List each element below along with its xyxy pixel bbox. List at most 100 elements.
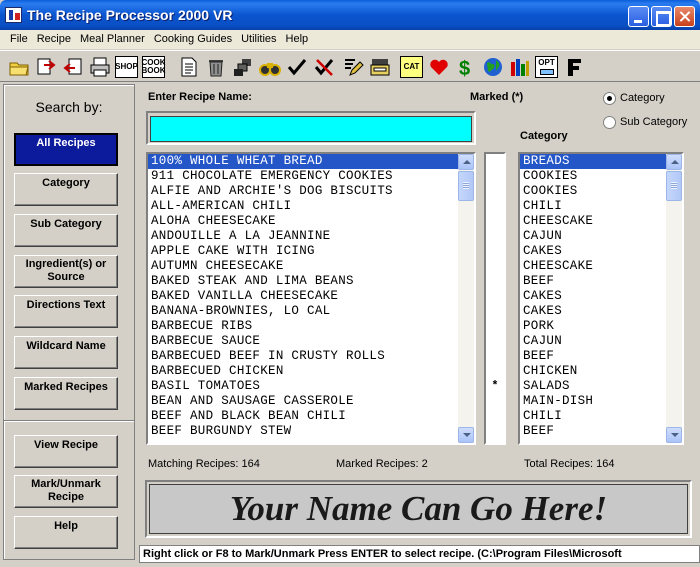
stack-icon[interactable]	[230, 54, 255, 79]
category-list[interactable]: BREADS COOKIES COOKIES CHILI CHEESCAKE CAJUN C…	[518, 152, 684, 445]
category-list-item[interactable]: CAJUN	[520, 229, 666, 244]
category-list-item[interactable]: CAKES	[520, 304, 666, 319]
open-folder-icon[interactable]	[6, 54, 31, 79]
marked-indicator[interactable]	[486, 199, 504, 214]
recipe-list-item[interactable]: BEAN AND SAUSAGE CASSEROLE	[148, 394, 458, 409]
recipe-list-item[interactable]: AUTUMN CHEESECAKE	[148, 259, 458, 274]
marked-indicator[interactable]	[486, 259, 504, 274]
view-recipe-button[interactable]: View Recipe	[14, 435, 118, 468]
marked-indicator[interactable]	[486, 349, 504, 364]
recipe-list-item[interactable]: BARBECUE RIBS	[148, 319, 458, 334]
category-list-item[interactable]: CHEESCAKE	[520, 259, 666, 274]
category-list-item[interactable]: BREADS	[520, 154, 666, 169]
cookbook-icon[interactable]: COOK BOOK	[141, 54, 166, 79]
recipe-list-item[interactable]: BARBECUE SAUCE	[148, 334, 458, 349]
print-icon[interactable]	[87, 54, 112, 79]
recipe-list-item[interactable]: BARBECUED BEEF IN CRUSTY ROLLS	[148, 349, 458, 364]
category-list-item[interactable]: CAJUN	[520, 334, 666, 349]
category-list-item[interactable]: SALADS	[520, 379, 666, 394]
recipe-name-input[interactable]	[150, 116, 472, 142]
category-list-item[interactable]: CAKES	[520, 244, 666, 259]
marked-indicator[interactable]	[486, 184, 504, 199]
mark-unmark-button[interactable]: Mark/Unmark Recipe	[14, 475, 118, 508]
help-button[interactable]: Help	[14, 516, 118, 549]
category-list-item[interactable]: MAIN-DISH	[520, 394, 666, 409]
heart-icon[interactable]	[426, 54, 451, 79]
minimize-button[interactable]	[628, 6, 649, 27]
cat-icon[interactable]: CAT	[399, 54, 424, 79]
recipe-list-item[interactable]: BARBECUED CHICKEN	[148, 364, 458, 379]
marked-recipes-button[interactable]: Marked Recipes	[14, 377, 118, 410]
category-list-item[interactable]: BEEF	[520, 349, 666, 364]
recipe-list[interactable]: 100% WHOLE WHEAT BREAD 911 CHOCOLATE EMER…	[146, 152, 476, 445]
ingredients-source-button[interactable]: Ingredient(s) or Source	[14, 255, 118, 288]
marked-indicator[interactable]	[486, 394, 504, 409]
marked-indicator[interactable]	[486, 289, 504, 304]
category-list-item[interactable]: COOKIES	[520, 184, 666, 199]
trash-icon[interactable]	[203, 54, 228, 79]
marked-indicator[interactable]	[486, 364, 504, 379]
category-list-item[interactable]: BEEF	[520, 274, 666, 289]
category-list-item[interactable]: BEEF	[520, 424, 666, 439]
sub-category-button[interactable]: Sub Category	[14, 214, 118, 247]
recipe-list-item[interactable]: BEEF AND BLACK BEAN CHILI	[148, 409, 458, 424]
edit-icon[interactable]	[340, 54, 365, 79]
marked-indicator[interactable]	[486, 214, 504, 229]
marked-list[interactable]: *	[484, 152, 506, 445]
shop-icon[interactable]: SHOP	[114, 54, 139, 79]
marked-indicator[interactable]	[486, 244, 504, 259]
category-list-item[interactable]: CAKES	[520, 289, 666, 304]
category-button[interactable]: Category	[14, 173, 118, 206]
uncheck-icon[interactable]	[311, 54, 336, 79]
category-list-item[interactable]: CHEESCAKE	[520, 214, 666, 229]
recipe-list-item[interactable]: BEEF BURGUNDY STEW	[148, 424, 458, 439]
category-list-item[interactable]: PORK	[520, 319, 666, 334]
recipe-list-scrollbar[interactable]	[458, 154, 474, 443]
marked-indicator[interactable]	[486, 274, 504, 289]
import-icon[interactable]	[33, 54, 58, 79]
category-list-scrollbar[interactable]	[666, 154, 682, 443]
marked-indicator[interactable]	[486, 154, 504, 169]
recipe-list-item[interactable]: BANANA-BROWNIES, LO CAL	[148, 304, 458, 319]
recipe-list-item[interactable]: 100% WHOLE WHEAT BREAD	[148, 154, 458, 169]
recipe-list-item[interactable]: ALL-AMERICAN CHILI	[148, 199, 458, 214]
recipe-list-item[interactable]: ANDOUILLE A LA JEANNINE	[148, 229, 458, 244]
close-button[interactable]	[674, 6, 695, 27]
recipe-list-item[interactable]: BAKED VANILLA CHEESECAKE	[148, 289, 458, 304]
maximize-button[interactable]	[651, 6, 672, 27]
check-icon[interactable]	[284, 54, 309, 79]
font-icon[interactable]	[561, 54, 586, 79]
directions-text-button[interactable]: Directions Text	[14, 295, 118, 328]
dollar-icon[interactable]: $	[453, 54, 478, 79]
category-list-item[interactable]: CHILI	[520, 199, 666, 214]
scroll-down-arrow-icon[interactable]	[666, 427, 682, 443]
register-icon[interactable]	[367, 54, 392, 79]
all-recipes-button[interactable]: All Recipes	[14, 133, 118, 166]
opt-icon[interactable]: OPT	[534, 54, 559, 79]
scroll-up-arrow-icon[interactable]	[666, 154, 682, 170]
menu-utilities[interactable]: Utilities	[237, 30, 281, 49]
chart-icon[interactable]	[507, 54, 532, 79]
menu-file[interactable]: File	[6, 30, 33, 49]
marked-indicator[interactable]	[486, 169, 504, 184]
menu-cooking-guides[interactable]: Cooking Guides	[150, 30, 237, 49]
marked-indicator[interactable]	[486, 334, 504, 349]
recipe-list-item[interactable]: ALOHA CHEESECAKE	[148, 214, 458, 229]
scroll-up-arrow-icon[interactable]	[458, 154, 474, 170]
menu-meal-planner[interactable]: Meal Planner	[76, 30, 150, 49]
recipe-list-item[interactable]: APPLE CAKE WITH ICING	[148, 244, 458, 259]
recipe-list-item[interactable]: ALFIE AND ARCHIE'S DOG BISCUITS	[148, 184, 458, 199]
sub-category-radio[interactable]	[603, 116, 616, 129]
category-list-item[interactable]: COOKIES	[520, 169, 666, 184]
category-radio[interactable]	[603, 92, 616, 105]
scroll-thumb[interactable]	[458, 171, 474, 201]
globe-icon[interactable]	[480, 54, 505, 79]
export-icon[interactable]	[60, 54, 85, 79]
recipe-list-item[interactable]: BASIL TOMATOES	[148, 379, 458, 394]
recipe-list-item[interactable]: 911 CHOCOLATE EMERGENCY COOKIES	[148, 169, 458, 184]
recipe-list-item[interactable]: BAKED STEAK AND LIMA BEANS	[148, 274, 458, 289]
wildcard-name-button[interactable]: Wildcard Name	[14, 336, 118, 369]
scroll-thumb[interactable]	[666, 171, 682, 201]
marked-indicator[interactable]: *	[486, 379, 504, 394]
binoculars-icon[interactable]	[257, 54, 282, 79]
